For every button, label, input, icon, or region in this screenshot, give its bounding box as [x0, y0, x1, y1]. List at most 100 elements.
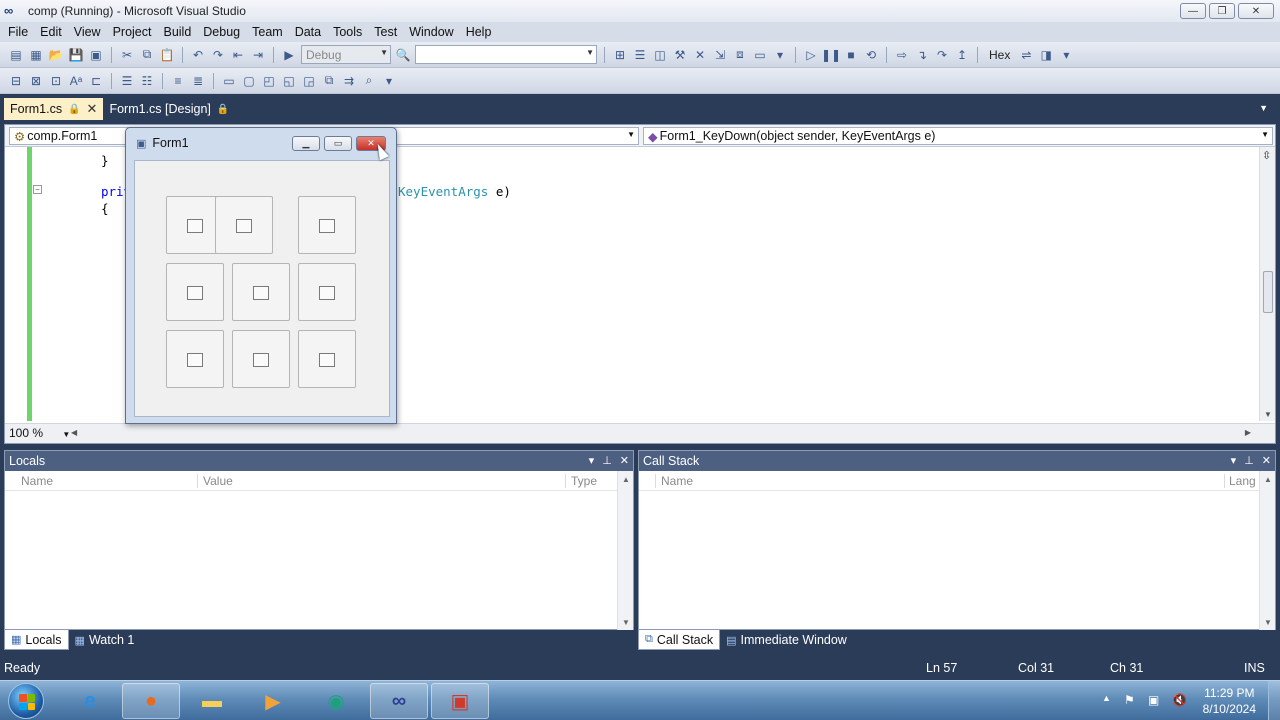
form1-minimize-button[interactable]: ▁: [292, 136, 320, 151]
outline-collapse-icon[interactable]: −: [33, 185, 42, 194]
scroll-down-icon[interactable]: ▼: [1264, 618, 1272, 627]
running-form-taskbar-icon[interactable]: ▣: [431, 683, 489, 719]
editor-vertical-scrollbar[interactable]: ⇳ ▼: [1259, 147, 1275, 421]
scrollbar-thumb[interactable]: [1263, 271, 1273, 313]
solution-explorer-icon[interactable]: ⊞: [612, 47, 628, 63]
scroll-up-icon[interactable]: ▲: [622, 475, 630, 484]
scroll-right-icon[interactable]: ▶: [1245, 428, 1251, 437]
scroll-up-icon[interactable]: ▲: [1264, 475, 1272, 484]
step-over-icon[interactable]: ↷: [934, 47, 950, 63]
close-button[interactable]: ✕: [1238, 3, 1274, 19]
menu-team[interactable]: Team: [246, 25, 289, 39]
close-window-icon[interactable]: ✕: [1262, 454, 1271, 467]
debug-windows-icon[interactable]: ◨: [1038, 47, 1054, 63]
network-icon[interactable]: ▣: [1148, 693, 1159, 707]
start-page-icon[interactable]: ⇲: [712, 47, 728, 63]
find-in-files-icon[interactable]: 🔍: [395, 47, 411, 63]
tab-immediate-window[interactable]: ▤ Immediate Window: [720, 630, 853, 650]
tab-form1-design[interactable]: Form1.cs [Design] 🔒: [103, 98, 235, 120]
grid-button-8[interactable]: [232, 330, 290, 388]
column-name[interactable]: Name: [661, 474, 693, 488]
scroll-left-icon[interactable]: ◀: [71, 428, 77, 437]
column-value[interactable]: Value: [203, 474, 233, 488]
toolbar-overflow-icon[interactable]: ▾: [1058, 47, 1074, 63]
new-project-icon[interactable]: ▤: [8, 47, 24, 63]
start-button[interactable]: [8, 683, 44, 719]
lock-controls-icon[interactable]: ◲: [301, 73, 317, 89]
firefox-icon[interactable]: ●: [122, 683, 180, 719]
close-tab-icon[interactable]: ✕: [87, 101, 98, 117]
menu-debug[interactable]: Debug: [197, 25, 246, 39]
make-same-width-icon[interactable]: ☰: [119, 73, 135, 89]
restart-icon[interactable]: ⟲: [863, 47, 879, 63]
toolbar-options-icon[interactable]: ▾: [381, 73, 397, 89]
view-grid-icon[interactable]: ⌕: [361, 73, 377, 89]
column-separator[interactable]: [197, 474, 198, 488]
continue-icon[interactable]: ▷: [803, 47, 819, 63]
align-centers-icon[interactable]: ⊠: [28, 73, 44, 89]
restore-button[interactable]: ❐: [1209, 3, 1235, 19]
form1-window[interactable]: ▣ Form1 ▁ ▭ ✕: [125, 127, 397, 424]
step-out-icon[interactable]: ↥: [954, 47, 970, 63]
tab-list-dropdown-icon[interactable]: ▼: [1259, 103, 1268, 113]
menu-build[interactable]: Build: [157, 25, 197, 39]
menu-project[interactable]: Project: [107, 25, 158, 39]
minimize-button[interactable]: —: [1180, 3, 1206, 19]
align-tops-icon[interactable]: Aᵃ: [68, 73, 84, 89]
volume-muted-icon[interactable]: 🔇: [1172, 693, 1187, 707]
save-icon[interactable]: 💾: [68, 47, 84, 63]
scroll-down-icon[interactable]: ▼: [622, 618, 630, 627]
visual-studio-taskbar-icon[interactable]: ∞: [370, 683, 428, 719]
split-handle-icon[interactable]: ⇳: [1262, 149, 1271, 162]
solution-configuration-combo[interactable]: Debug ▼: [301, 45, 391, 64]
navigate-forward-icon[interactable]: ⇥: [250, 47, 266, 63]
copy-icon[interactable]: ⧉: [139, 47, 155, 63]
grid-button-9[interactable]: [298, 330, 356, 388]
form1-maximize-button[interactable]: ▭: [324, 136, 352, 151]
tab-order-icon[interactable]: ⧉: [321, 73, 337, 89]
step-into-icon[interactable]: ↴: [914, 47, 930, 63]
bring-to-front-icon[interactable]: ◰: [261, 73, 277, 89]
properties-icon[interactable]: ☰: [632, 47, 648, 63]
file-explorer-icon[interactable]: ▬: [183, 683, 241, 719]
command-window-icon[interactable]: ▭: [752, 47, 768, 63]
align-lefts-icon[interactable]: ⊟: [8, 73, 24, 89]
center-horizontally-icon[interactable]: ▭: [221, 73, 237, 89]
paste-icon[interactable]: 📋: [159, 47, 175, 63]
tab-watch-1[interactable]: ▦ Watch 1: [69, 630, 141, 650]
center-vertically-icon[interactable]: ▢: [241, 73, 257, 89]
column-separator[interactable]: [655, 474, 656, 488]
close-window-icon[interactable]: ✕: [620, 454, 629, 467]
internet-explorer-icon[interactable]: e: [61, 683, 119, 719]
window-position-dropdown-icon[interactable]: ▾: [589, 454, 595, 467]
zoom-combo[interactable]: 100 % ▼: [9, 426, 70, 440]
show-desktop-button[interactable]: [1268, 681, 1280, 720]
toolbar-options-icon[interactable]: ▾: [772, 47, 788, 63]
add-item-icon[interactable]: ▦: [28, 47, 44, 63]
align-middles-icon[interactable]: ⊏: [88, 73, 104, 89]
navigate-backward-icon[interactable]: ⇤: [230, 47, 246, 63]
align-rights-icon[interactable]: ⊡: [48, 73, 64, 89]
tab-call-stack[interactable]: ⧉ Call Stack: [638, 630, 721, 650]
horizontal-spacing-icon[interactable]: ≡: [170, 73, 186, 89]
redo-icon[interactable]: ↷: [210, 47, 226, 63]
tools-icon[interactable]: ✕: [692, 47, 708, 63]
auto-hide-pin-icon[interactable]: ⊥: [1244, 454, 1254, 467]
undo-icon[interactable]: ↶: [190, 47, 206, 63]
breakpoints-icon[interactable]: ⇌: [1018, 47, 1034, 63]
grid-button-6[interactable]: [298, 263, 356, 321]
stop-debugging-icon[interactable]: ■: [843, 47, 859, 63]
column-name[interactable]: Name: [21, 474, 53, 488]
chat-app-icon[interactable]: ◉: [307, 683, 365, 719]
make-same-height-icon[interactable]: ☷: [139, 73, 155, 89]
find-combo[interactable]: ▼: [415, 45, 597, 64]
grid-button-2[interactable]: [215, 196, 273, 254]
member-combo[interactable]: ◆ Form1_KeyDown(object sender, KeyEventA…: [643, 127, 1273, 145]
column-separator[interactable]: [565, 474, 566, 488]
action-center-flag-icon[interactable]: ⚑: [1124, 693, 1135, 707]
show-next-statement-icon[interactable]: ⇨: [894, 47, 910, 63]
window-position-dropdown-icon[interactable]: ▾: [1231, 454, 1237, 467]
save-all-icon[interactable]: ▣: [88, 47, 104, 63]
send-to-back-icon[interactable]: ◱: [281, 73, 297, 89]
menu-data[interactable]: Data: [289, 25, 327, 39]
